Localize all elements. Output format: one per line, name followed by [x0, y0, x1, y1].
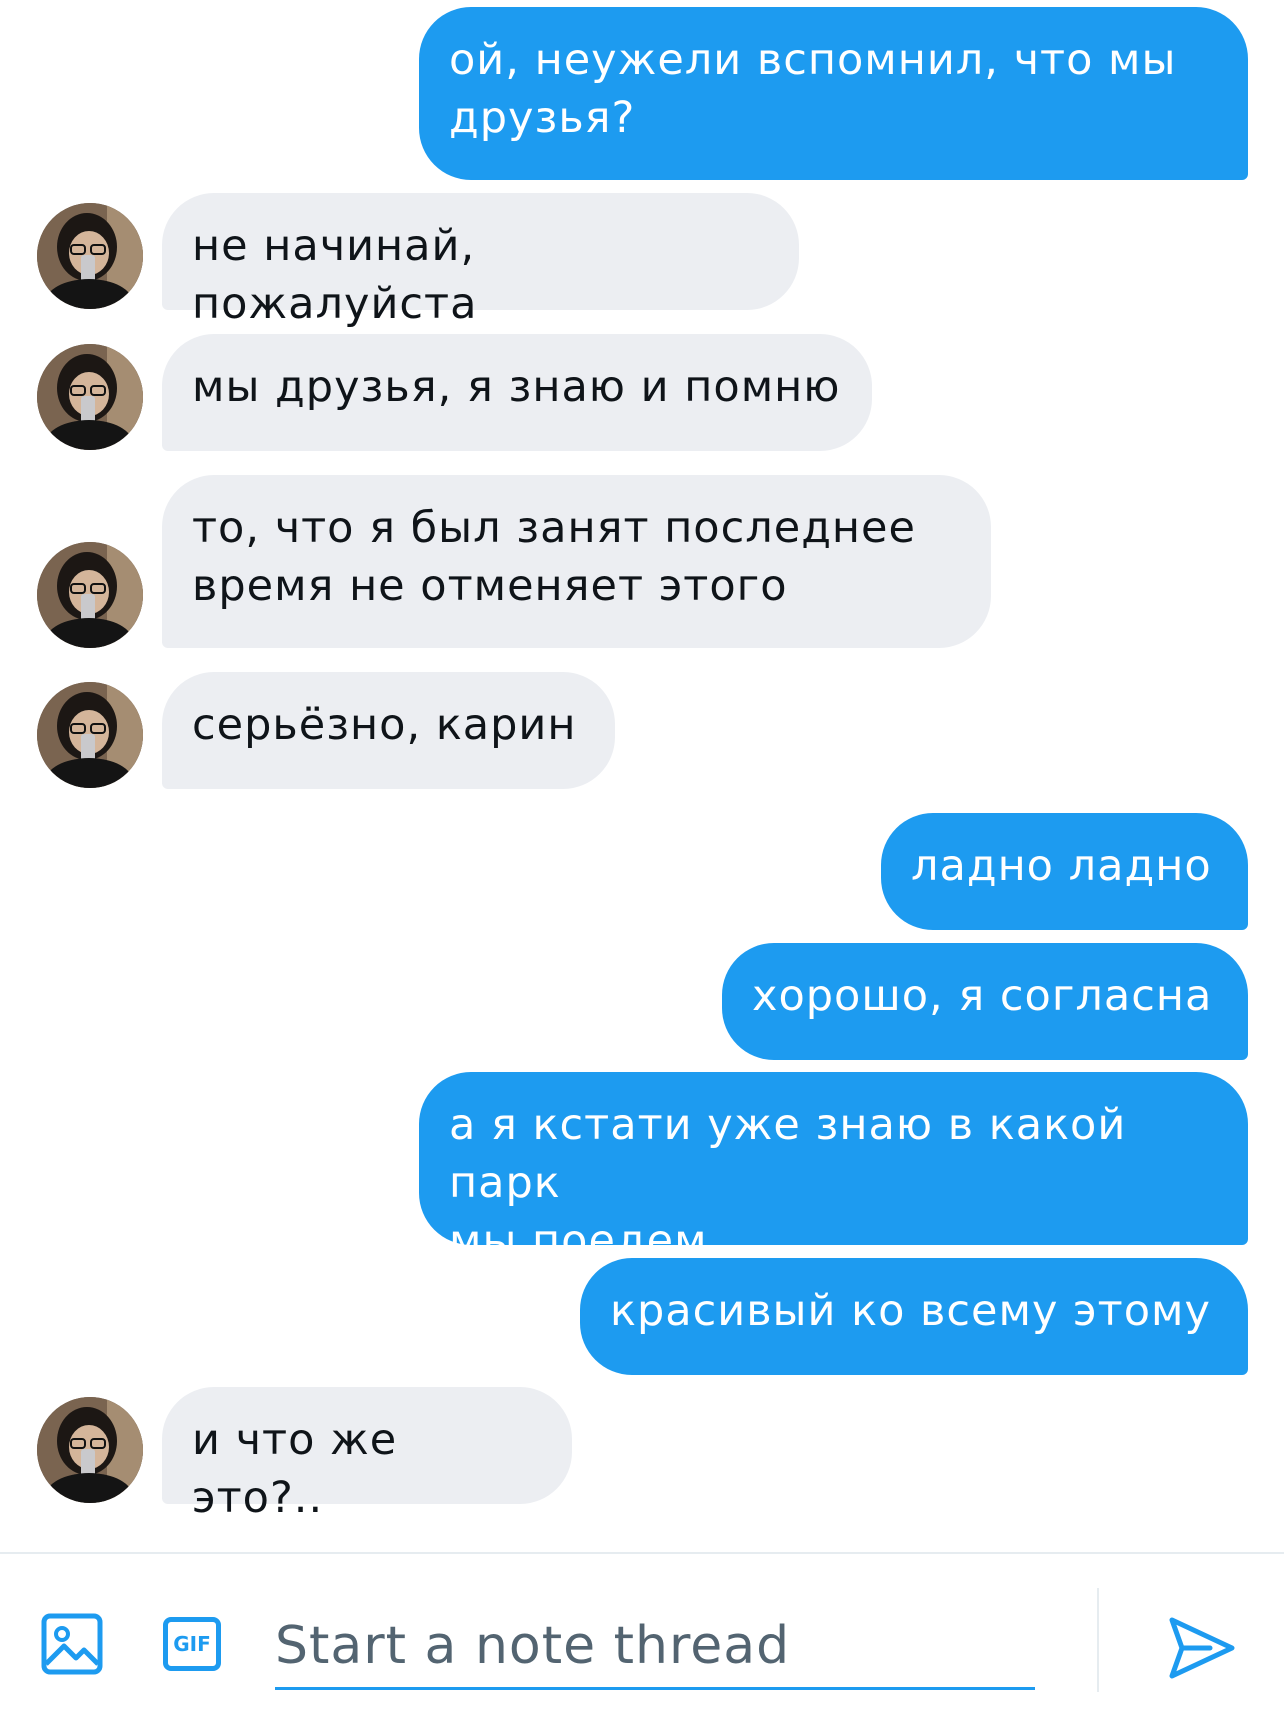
incoming-message: то, что я был занят последнее время не о…	[162, 475, 991, 648]
outgoing-message: ой, неужели вспомнил, что мы друзья?	[419, 7, 1248, 180]
message-thread[interactable]: ой, неужели вспомнил, что мы друзья? не …	[0, 0, 1284, 1552]
send-button[interactable]	[1166, 1612, 1238, 1684]
outgoing-message: ладно ладно	[881, 813, 1248, 930]
incoming-message: серьёзно, карин	[162, 672, 615, 789]
composer-divider	[1097, 1588, 1099, 1692]
avatar[interactable]	[37, 203, 143, 309]
gif-label: GIF	[173, 1632, 211, 1656]
incoming-message: не начинай, пожалуйста	[162, 193, 799, 329]
avatar-photo	[37, 344, 143, 450]
avatar[interactable]	[37, 1397, 143, 1503]
avatar[interactable]	[37, 682, 143, 788]
incoming-message: и что же это?..	[162, 1387, 572, 1523]
avatar[interactable]	[37, 542, 143, 648]
outgoing-message: хорошо, я согласна	[722, 943, 1248, 1060]
avatar[interactable]	[37, 344, 143, 450]
outgoing-message: а я кстати уже знаю в какой парк мы поед…	[419, 1072, 1248, 1266]
note-input[interactable]	[275, 1604, 1035, 1690]
avatar-photo	[37, 1397, 143, 1503]
send-icon	[1169, 1617, 1235, 1679]
incoming-message: мы друзья, я знаю и помню	[162, 334, 872, 451]
image-icon	[41, 1613, 103, 1675]
composer-bar: GIF	[0, 1552, 1284, 1732]
avatar-photo	[37, 203, 143, 309]
add-gif-button[interactable]: GIF	[156, 1608, 228, 1680]
avatar-photo	[37, 682, 143, 788]
add-image-button[interactable]	[36, 1608, 108, 1680]
outgoing-message: красивый ко всему этому	[580, 1258, 1248, 1375]
avatar-photo	[37, 542, 143, 648]
gif-icon: GIF	[163, 1617, 221, 1671]
